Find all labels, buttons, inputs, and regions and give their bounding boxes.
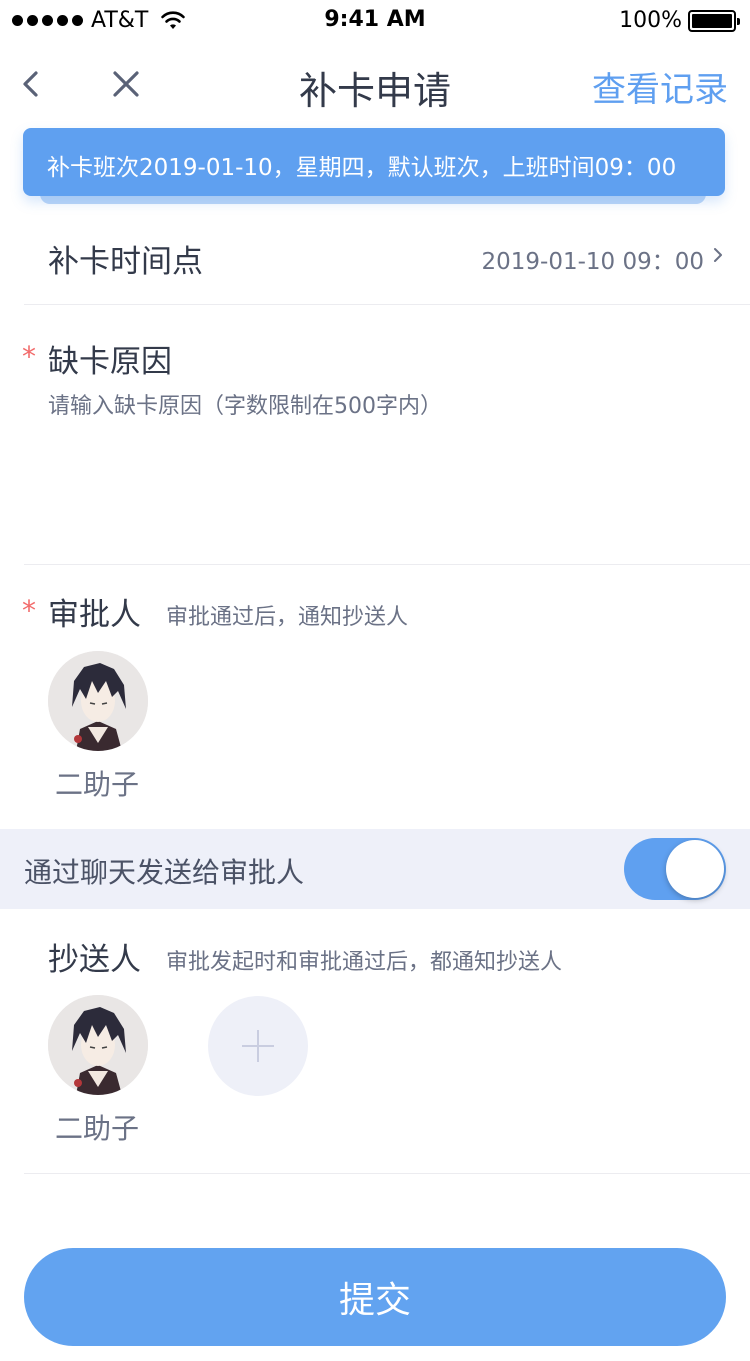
reason-label: 缺卡原因 [48,344,172,380]
plus-icon [242,1030,274,1062]
status-right: 100% [619,8,740,33]
submit-button[interactable]: 提交 [24,1248,726,1346]
approver-person[interactable]: 二助子 [48,651,148,803]
avatar [48,995,148,1095]
view-records-link[interactable]: 查看记录 [592,62,728,111]
time-point-label: 补卡时间点 [48,244,203,280]
reason-input[interactable] [48,388,728,548]
battery-icon [688,9,740,32]
approver-label: 审批人 [48,597,141,633]
toggle-knob [666,840,724,898]
divider [24,304,750,305]
nav-bar: 补卡申请 查看记录 [0,40,750,128]
chat-toggle-label: 通过聊天发送给审批人 [24,856,305,889]
divider [24,564,750,565]
avatar [48,651,148,751]
cc-person[interactable]: 二助子 [48,995,148,1147]
chat-toggle-row: 通过聊天发送给审批人 [0,829,750,909]
chevron-right-icon [714,248,722,262]
approver-subtitle: 审批通过后，通知抄送人 [166,605,409,630]
cc-subtitle: 审批发起时和审批通过后，都通知抄送人 [166,950,563,975]
person-name: 二助子 [54,1112,139,1145]
shift-info-text: 补卡班次2019-01-10，星期四，默认班次，上班时间09：00 [47,155,677,181]
divider [24,1173,750,1174]
required-mark: * [22,340,36,373]
time-point-row[interactable]: 补卡时间点 2019-01-10 09：00 [0,210,750,305]
person-name: 二助子 [54,768,139,801]
time-point-value: 2019-01-10 09：00 [481,249,704,275]
shift-info-banner: 补卡班次2019-01-10，星期四，默认班次，上班时间09：00 [23,128,725,196]
add-cc-button[interactable] [208,996,308,1096]
required-mark: * [22,594,36,627]
chat-toggle-switch[interactable] [624,838,726,900]
battery-label: 100% [619,8,682,33]
cc-label: 抄送人 [48,942,141,978]
status-bar: AT&T 9:41 AM 100% [0,0,750,40]
